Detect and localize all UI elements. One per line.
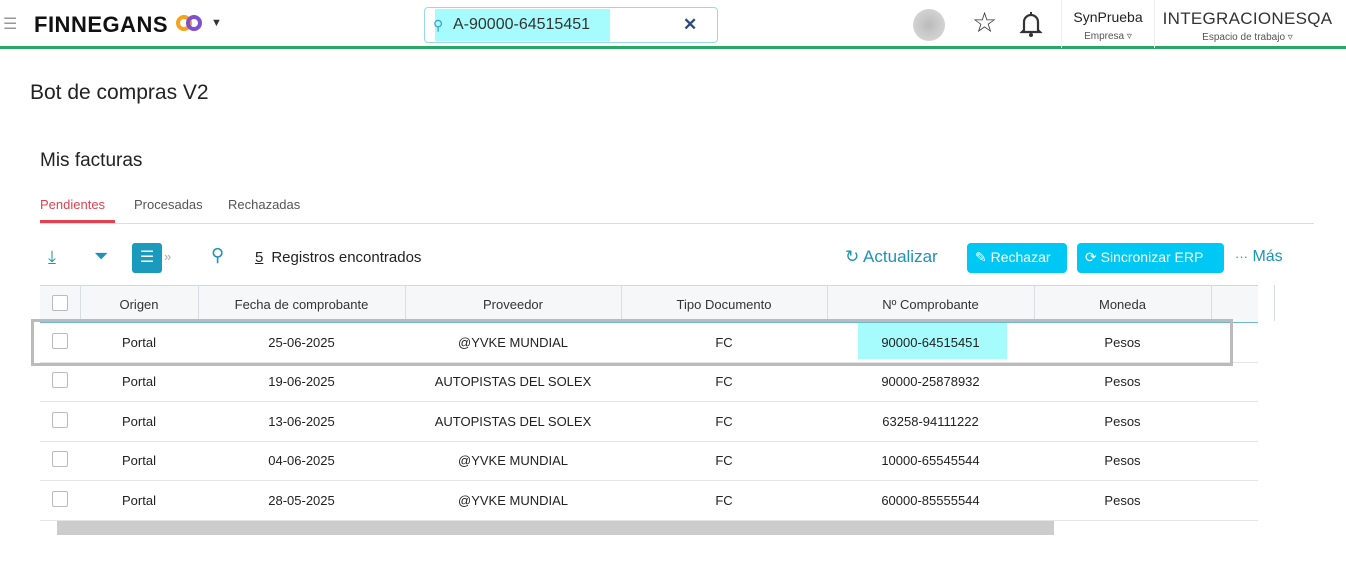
horizontal-scrollbar[interactable] bbox=[57, 521, 1054, 535]
sync-label: Sincronizar ERP bbox=[1100, 249, 1204, 265]
clear-search-icon[interactable]: ✕ bbox=[683, 15, 697, 35]
table-cell: 90000-25878932 bbox=[827, 362, 1034, 402]
column-header[interactable]: Fecha de comprobante bbox=[198, 285, 406, 323]
table-row[interactable]: Portal 04-06-2025 @YVKE MUNDIAL FC 10000-655… bbox=[40, 441, 1258, 481]
workspace-label: Espacio de trabajo ▿ bbox=[1202, 32, 1293, 43]
tab-pendientes[interactable]: Pendientes bbox=[40, 197, 105, 212]
column-header[interactable]: Nº Comprobante bbox=[827, 285, 1035, 323]
table-cell: FC bbox=[621, 441, 827, 481]
row-select-cell bbox=[40, 401, 80, 442]
search-input[interactable]: A-90000-64515451 bbox=[453, 16, 590, 34]
search-icon[interactable]: ⚲ bbox=[211, 245, 224, 266]
favorites-star-icon[interactable]: ☆ bbox=[972, 6, 997, 39]
menu-icon[interactable]: ☰ bbox=[3, 14, 17, 34]
workspace-label-text: Espacio de trabajo bbox=[1202, 32, 1286, 43]
sync-erp-button[interactable]: ⟳ Sincronizar ERP bbox=[1077, 243, 1224, 273]
table-cell: 63258-94111222 bbox=[827, 401, 1034, 442]
sync-icon: ⟳ bbox=[1085, 249, 1097, 265]
notifications-bell-icon[interactable] bbox=[1019, 10, 1043, 38]
filter-icon[interactable]: ⏷ bbox=[94, 246, 108, 267]
brand-logo-icon bbox=[176, 15, 202, 31]
table-cell: AUTOPISTAS DEL SOLEX bbox=[405, 401, 621, 442]
active-tab-indicator bbox=[40, 220, 115, 223]
column-header[interactable]: Tipo Documento bbox=[621, 285, 828, 323]
table-cell: 19-06-2025 bbox=[198, 362, 405, 402]
brand-logo[interactable]: FINNEGANS bbox=[34, 12, 168, 38]
company-label: Empresa ▿ bbox=[1084, 31, 1132, 42]
table-cell: Pesos bbox=[1034, 401, 1211, 442]
row-checkbox[interactable] bbox=[52, 490, 68, 507]
table-cell: Pesos bbox=[1034, 441, 1211, 481]
company-selector[interactable]: SynPrueba Empresa ▿ bbox=[1062, 9, 1154, 42]
table-cell-empty bbox=[1211, 362, 1258, 402]
column-header[interactable]: Origen bbox=[80, 285, 199, 323]
table-cell: AUTOPISTAS DEL SOLEX bbox=[405, 362, 621, 402]
refresh-icon: ↻ bbox=[845, 247, 860, 266]
table-cell: Portal bbox=[80, 480, 198, 521]
download-icon[interactable]: ⤓ bbox=[48, 247, 56, 268]
expand-chevrons-icon[interactable]: » bbox=[164, 249, 171, 264]
table-cell: Portal bbox=[80, 441, 198, 481]
table-cell-empty bbox=[1211, 401, 1258, 442]
row-checkbox[interactable] bbox=[52, 411, 68, 428]
tab-procesadas[interactable]: Procesadas bbox=[134, 197, 203, 212]
more-label: Más bbox=[1252, 248, 1283, 265]
reject-button[interactable]: ✎ Rechazar bbox=[967, 243, 1067, 273]
section-title: Mis facturas bbox=[40, 150, 143, 171]
more-dots-icon: ··· bbox=[1235, 249, 1248, 264]
refresh-button[interactable]: ↻ Actualizar bbox=[845, 247, 938, 267]
table-cell: @YVKE MUNDIAL bbox=[405, 441, 621, 481]
column-header[interactable]: Moneda bbox=[1034, 285, 1212, 323]
table-cell: Portal bbox=[80, 401, 198, 442]
global-search[interactable]: ⚲ A-90000-64515451 ✕ bbox=[424, 7, 718, 43]
company-label-text: Empresa bbox=[1084, 31, 1125, 42]
records-count: 5 Registros encontrados bbox=[255, 249, 421, 266]
table-header: Origen Fecha de comprobante Proveedor Ti… bbox=[40, 285, 1258, 323]
column-settings-icon[interactable]: ☰ bbox=[132, 243, 162, 273]
table-cell: FC bbox=[621, 362, 827, 402]
select-all-checkbox[interactable] bbox=[51, 294, 68, 311]
table-cell-empty bbox=[1211, 480, 1258, 521]
row-checkbox[interactable] bbox=[52, 372, 68, 389]
table-cell: FC bbox=[621, 401, 827, 442]
assistant-icon[interactable] bbox=[913, 9, 945, 41]
table-cell: Pesos bbox=[1034, 480, 1211, 521]
tabs-divider bbox=[40, 223, 1314, 224]
table-cell: 10000-65545544 bbox=[827, 441, 1034, 481]
selected-row-outline bbox=[31, 319, 1233, 366]
table-cell: 04-06-2025 bbox=[198, 441, 405, 481]
search-icon: ⚲ bbox=[433, 17, 444, 33]
table-row[interactable]: Portal 19-06-2025 AUTOPISTAS DEL SOLEX FC 90… bbox=[40, 362, 1258, 402]
row-select-cell bbox=[40, 441, 80, 481]
row-select-cell bbox=[40, 362, 80, 402]
brand-dropdown-icon[interactable]: ▼ bbox=[211, 17, 222, 29]
reject-label: Rechazar bbox=[990, 249, 1051, 265]
table-cell-empty bbox=[1211, 441, 1258, 481]
column-header-empty bbox=[1211, 285, 1258, 323]
records-count-number: 5 bbox=[255, 249, 264, 266]
more-button[interactable]: ··· Más bbox=[1235, 248, 1283, 266]
select-all-header bbox=[40, 285, 81, 323]
table-cell: Pesos bbox=[1034, 362, 1211, 402]
table-cell: @YVKE MUNDIAL bbox=[405, 480, 621, 521]
page-title: Bot de compras V2 bbox=[30, 81, 209, 104]
refresh-label: Actualizar bbox=[863, 247, 938, 266]
table-cell: FC bbox=[621, 480, 827, 521]
row-select-cell bbox=[40, 480, 80, 521]
table-row[interactable]: Portal 13-06-2025 AUTOPISTAS DEL SOLEX FC 63… bbox=[40, 401, 1258, 442]
pencil-icon: ✎ bbox=[975, 249, 987, 265]
records-count-label: Registros encontrados bbox=[271, 249, 422, 266]
table-row[interactable]: Portal 28-05-2025 @YVKE MUNDIAL FC 60000-855… bbox=[40, 480, 1258, 521]
tab-rechazadas[interactable]: Rechazadas bbox=[228, 197, 300, 212]
workspace-selector[interactable]: INTEGRACIONESQA Espacio de trabajo ▿ bbox=[1155, 9, 1340, 43]
divider bbox=[1274, 285, 1275, 321]
table-cell: 28-05-2025 bbox=[198, 480, 405, 521]
table-cell: Portal bbox=[80, 362, 198, 402]
table-cell: 60000-85555544 bbox=[827, 480, 1034, 521]
company-name: SynPrueba bbox=[1073, 9, 1143, 25]
workspace-name: INTEGRACIONESQA bbox=[1162, 9, 1333, 28]
row-checkbox[interactable] bbox=[52, 451, 68, 468]
table-cell: 13-06-2025 bbox=[198, 401, 405, 442]
column-header[interactable]: Proveedor bbox=[405, 285, 622, 323]
